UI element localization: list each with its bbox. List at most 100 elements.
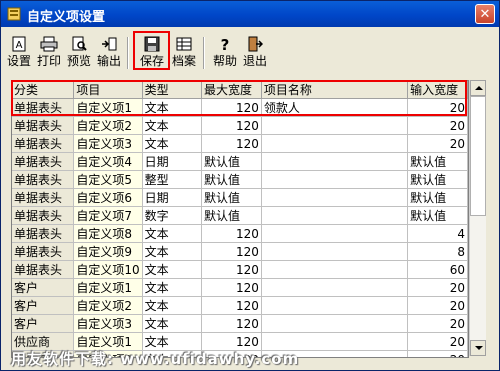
table-cell[interactable]: 自定义项7 bbox=[73, 206, 143, 225]
table-cell[interactable]: 默认值 bbox=[201, 188, 262, 207]
table-cell[interactable] bbox=[261, 296, 409, 315]
table-cell[interactable]: 自定义项3 bbox=[73, 134, 143, 153]
close-button[interactable]: ✕ bbox=[475, 4, 495, 24]
table-row[interactable]: 单据表头 自定义项5 整型 默认值 默认值 bbox=[12, 170, 468, 189]
table-cell[interactable]: 单据表头 bbox=[12, 170, 75, 189]
table-cell[interactable]: 120 bbox=[201, 224, 262, 243]
table-cell[interactable]: 单据表头 bbox=[12, 152, 75, 171]
table-cell[interactable] bbox=[261, 242, 409, 261]
title-bar[interactable]: 自定义项设置 ✕ bbox=[1, 1, 499, 27]
table-cell[interactable]: 文本 bbox=[142, 116, 203, 135]
table-cell[interactable]: 自定义项3 bbox=[73, 314, 143, 333]
table-cell[interactable]: 默认值 bbox=[201, 206, 262, 225]
table-cell[interactable]: 120 bbox=[201, 260, 262, 279]
table-row[interactable]: 单据表头 自定义项3 文本 120 20 bbox=[12, 134, 468, 153]
table-cell[interactable]: 默认值 bbox=[201, 170, 262, 189]
exit-button[interactable]: 退出 bbox=[241, 35, 269, 71]
table-cell[interactable]: 日期 bbox=[142, 152, 203, 171]
table-cell[interactable]: 8 bbox=[407, 242, 468, 261]
print-button[interactable]: 打印 bbox=[35, 35, 63, 71]
scroll-up-button[interactable] bbox=[470, 80, 486, 96]
table-cell[interactable]: 文本 bbox=[142, 314, 203, 333]
table-cell[interactable]: 20 bbox=[407, 332, 468, 351]
table-cell[interactable]: 客户 bbox=[12, 314, 75, 333]
help-button[interactable]: ? 帮助 bbox=[211, 35, 239, 71]
table-cell[interactable] bbox=[261, 260, 409, 279]
table-cell[interactable]: 文本 bbox=[142, 224, 203, 243]
table-cell[interactable]: 自定义项6 bbox=[73, 188, 143, 207]
table-cell[interactable]: 20 bbox=[407, 278, 468, 297]
table-cell[interactable]: 自定义项5 bbox=[73, 170, 143, 189]
table-cell[interactable]: 20 bbox=[407, 116, 468, 135]
table-cell[interactable]: 单据表头 bbox=[12, 116, 75, 135]
table-row[interactable]: 单据表头 自定义项8 文本 120 4 bbox=[12, 224, 468, 243]
table-cell[interactable]: 自定义项8 bbox=[73, 224, 143, 243]
table-cell[interactable]: 20 bbox=[407, 350, 468, 357]
table-cell[interactable] bbox=[261, 116, 409, 135]
table-row[interactable]: 客户 自定义项3 文本 120 20 bbox=[12, 314, 468, 333]
table-cell[interactable]: 文本 bbox=[142, 134, 203, 153]
table-cell[interactable]: 自定义项9 bbox=[73, 242, 143, 261]
table-row[interactable]: 单据表头 自定义项10 文本 120 60 bbox=[12, 260, 468, 279]
table-cell[interactable]: 默认值 bbox=[407, 188, 468, 207]
scroll-thumb[interactable] bbox=[470, 96, 486, 216]
table-cell[interactable]: 自定义项2 bbox=[73, 296, 143, 315]
table-cell[interactable]: 文本 bbox=[142, 260, 203, 279]
setup-button[interactable]: A 设置 bbox=[5, 35, 33, 71]
table-cell[interactable]: 单据表头 bbox=[12, 242, 75, 261]
table-cell[interactable]: 客户 bbox=[12, 296, 75, 315]
table-cell[interactable]: 120 bbox=[201, 134, 262, 153]
table-cell[interactable] bbox=[261, 134, 409, 153]
table-row[interactable]: 单据表头 自定义项7 数字 默认值 默认值 bbox=[12, 206, 468, 225]
table-cell[interactable] bbox=[261, 224, 409, 243]
table-cell[interactable]: 4 bbox=[407, 224, 468, 243]
table-cell[interactable]: 文本 bbox=[142, 242, 203, 261]
table-cell[interactable]: 120 bbox=[201, 242, 262, 261]
table-cell[interactable]: 120 bbox=[201, 314, 262, 333]
table-cell[interactable]: 120 bbox=[201, 278, 262, 297]
table-cell[interactable] bbox=[261, 278, 409, 297]
table-cell[interactable]: 单据表头 bbox=[12, 188, 75, 207]
table-cell[interactable]: 20 bbox=[407, 134, 468, 153]
table-cell[interactable]: 自定义项1 bbox=[73, 278, 143, 297]
table-cell[interactable]: 单据表头 bbox=[12, 134, 75, 153]
table-cell[interactable]: 默认值 bbox=[201, 152, 262, 171]
table-row[interactable]: 单据表头 自定义项4 日期 默认值 默认值 bbox=[12, 152, 468, 171]
table-cell[interactable]: 文本 bbox=[142, 296, 203, 315]
table-cell[interactable]: 自定义项2 bbox=[73, 116, 143, 135]
table-cell[interactable] bbox=[261, 170, 409, 189]
table-cell[interactable] bbox=[261, 206, 409, 225]
custom-items-grid[interactable]: 分类 项目 类型 最大宽度 项目名称 输入宽度 单据表头 自定义项1 文本 120 领款人 20 单据表… bbox=[11, 80, 469, 358]
table-cell[interactable]: 单据表头 bbox=[12, 260, 75, 279]
archive-button[interactable]: 档案 bbox=[169, 35, 199, 71]
preview-button[interactable]: 预览 bbox=[65, 35, 93, 71]
table-row[interactable]: 单据表头 自定义项2 文本 120 20 bbox=[12, 116, 468, 135]
table-cell[interactable]: 整型 bbox=[142, 170, 203, 189]
table-cell[interactable]: 120 bbox=[201, 116, 262, 135]
table-cell[interactable] bbox=[261, 152, 409, 171]
table-cell[interactable]: 单据表头 bbox=[12, 206, 75, 225]
export-button[interactable]: 输出 bbox=[95, 35, 123, 71]
table-cell[interactable]: 数字 bbox=[142, 206, 203, 225]
table-cell[interactable]: 文本 bbox=[142, 278, 203, 297]
table-cell[interactable]: 客户 bbox=[12, 278, 75, 297]
scroll-down-button[interactable] bbox=[470, 340, 486, 356]
table-row[interactable]: 单据表头 自定义项6 日期 默认值 默认值 bbox=[12, 188, 468, 207]
table-cell[interactable]: 默认值 bbox=[407, 152, 468, 171]
table-cell[interactable]: 自定义项10 bbox=[73, 260, 143, 279]
table-cell[interactable]: 20 bbox=[407, 296, 468, 315]
table-cell[interactable]: 20 bbox=[407, 314, 468, 333]
table-cell[interactable]: 单据表头 bbox=[12, 224, 75, 243]
table-row[interactable]: 客户 自定义项2 文本 120 20 bbox=[12, 296, 468, 315]
table-cell[interactable] bbox=[261, 314, 409, 333]
table-cell[interactable]: 自定义项4 bbox=[73, 152, 143, 171]
vertical-scrollbar[interactable] bbox=[469, 80, 486, 356]
table-cell[interactable]: 日期 bbox=[142, 188, 203, 207]
table-cell[interactable]: 默认值 bbox=[407, 170, 468, 189]
table-cell[interactable]: 60 bbox=[407, 260, 468, 279]
table-cell[interactable]: 默认值 bbox=[407, 206, 468, 225]
table-row[interactable]: 单据表头 自定义项9 文本 120 8 bbox=[12, 242, 468, 261]
table-cell[interactable] bbox=[261, 188, 409, 207]
table-row[interactable]: 客户 自定义项1 文本 120 20 bbox=[12, 278, 468, 297]
table-cell[interactable]: 120 bbox=[201, 296, 262, 315]
